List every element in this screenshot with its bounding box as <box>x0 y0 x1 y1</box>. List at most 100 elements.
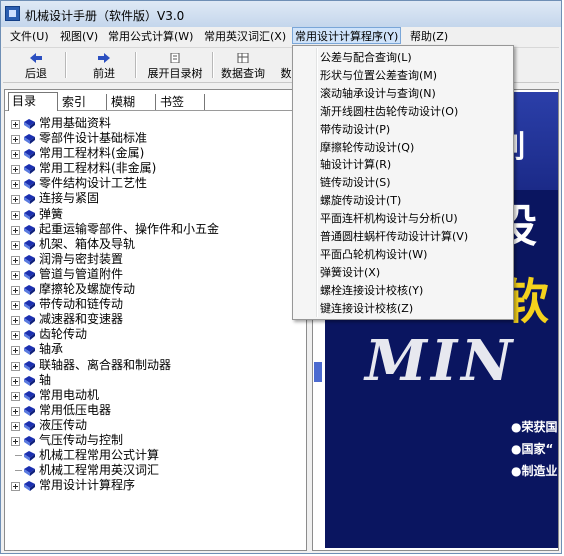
tree-item[interactable]: 机架、箱体及导轨 <box>11 237 303 252</box>
app-window: 机械设计手册（软件版）V3.0 文件(U) 视图(V) 常用公式计算(W) 常用… <box>0 0 562 554</box>
menu-item-design-program[interactable]: 渐开线圆柱齿轮传动设计(O) <box>320 103 458 121</box>
menu-item-design-program[interactable]: 平面连杆机构设计与分析(U) <box>320 210 458 228</box>
expand-toggle-icon[interactable] <box>11 120 20 129</box>
menu-item-design-program[interactable]: 螺栓连接设计校核(Y) <box>320 282 423 300</box>
menu-item-design-program[interactable]: 摩擦轮传动设计(Q) <box>320 139 414 157</box>
tree-item-label: 轴 <box>39 372 52 387</box>
tree-item[interactable]: 轴 <box>11 373 303 388</box>
tree-item[interactable]: 连接与紧固 <box>11 191 303 206</box>
back-button[interactable]: 后退 <box>11 50 61 80</box>
expand-tree-label: 展开目录树 <box>147 67 203 80</box>
expand-toggle-icon[interactable] <box>11 361 20 371</box>
tree-item-label: 常用低压电器 <box>39 402 112 417</box>
menu-item-design-program[interactable]: 弹簧设计(X) <box>320 264 380 282</box>
expand-toggle-icon[interactable] <box>11 421 20 431</box>
expand-toggle-icon[interactable] <box>11 150 20 160</box>
tree-item[interactable]: 零件结构设计工艺性 <box>11 176 303 191</box>
expand-toggle-icon[interactable] <box>11 376 20 386</box>
back-arrow-icon <box>30 53 42 63</box>
tree-item[interactable]: 减速器和变速器 <box>11 312 303 327</box>
table-icon <box>237 53 249 63</box>
book-icon <box>24 420 35 431</box>
menu-item-design-program[interactable]: 带传动设计(P) <box>320 121 390 139</box>
menu-item-design-program[interactable]: 形状与位置公差查询(M) <box>320 67 437 85</box>
tree-item[interactable]: 常用工程材料(非金属) <box>11 161 303 176</box>
splitter-handle[interactable] <box>314 362 322 382</box>
tree-item[interactable]: 齿轮传动 <box>11 327 303 342</box>
menu-design-programs[interactable]: 常用设计计算程序(Y) <box>292 27 402 44</box>
expand-toggle-icon[interactable] <box>11 165 20 175</box>
tree-item[interactable]: 常用工程材料(金属) <box>11 146 303 161</box>
menu-formula[interactable]: 常用公式计算(W) <box>106 28 195 45</box>
tree-item[interactable]: 零部件设计基础标准 <box>11 131 303 146</box>
tab-bookmarks[interactable]: 书签 <box>157 94 205 110</box>
expand-toggle-icon[interactable] <box>11 391 20 401</box>
expand-toggle-icon[interactable] <box>11 180 20 190</box>
tree-item-label: 齿轮传动 <box>39 327 88 342</box>
toolbar-more-button[interactable]: 数 <box>279 50 293 80</box>
expand-toggle-icon[interactable] <box>11 240 20 250</box>
menu-item-design-program[interactable]: 平面凸轮机构设计(W) <box>320 246 427 264</box>
tree-item-label: 润滑与密封装置 <box>39 251 124 266</box>
tree-item[interactable]: 液压传动 <box>11 418 303 433</box>
menu-item-design-program[interactable]: 链传动设计(S) <box>320 174 391 192</box>
tree-item[interactable]: 气压传动与控制 <box>11 433 303 448</box>
tree-item[interactable]: 机械工程常用公式计算 <box>11 448 303 463</box>
navigation-panel: 目录 索引 模糊 书签 常用基础资料 零部件设计基础标准 常用工程材料(金属) 常用工… <box>4 89 307 551</box>
tree-item-label: 零件结构设计工艺性 <box>39 176 148 191</box>
menu-item-design-program[interactable]: 轴设计计算(R) <box>320 156 391 174</box>
tree-item[interactable]: 常用低压电器 <box>11 403 303 418</box>
expand-toggle-icon[interactable] <box>11 286 20 296</box>
menu-help[interactable]: 帮助(Z) <box>408 28 450 45</box>
tree-item[interactable]: 常用设计计算程序 <box>11 478 303 493</box>
contents-tree: 常用基础资料 零部件设计基础标准 常用工程材料(金属) 常用工程材料(非金属) 零件结构… <box>11 116 303 493</box>
expand-toggle-icon[interactable] <box>11 270 20 280</box>
tree-item[interactable]: 轴承 <box>11 342 303 357</box>
expand-toggle-icon[interactable] <box>11 135 20 145</box>
tab-index[interactable]: 索引 <box>59 94 107 110</box>
expand-toggle-icon[interactable] <box>11 225 20 235</box>
data-query-button[interactable]: 数据查询 <box>217 50 269 80</box>
book-icon <box>24 224 35 235</box>
tree-item[interactable]: 管道与管道附件 <box>11 267 303 282</box>
expand-toggle-icon[interactable] <box>11 482 20 492</box>
book-icon <box>24 269 35 280</box>
tree-item-label: 常用工程材料(非金属) <box>39 161 157 176</box>
tree-item[interactable]: 常用基础资料 <box>11 116 303 131</box>
book-icon <box>24 164 35 175</box>
tree-item[interactable]: 联轴器、离合器和制动器 <box>11 358 303 373</box>
menu-item-design-program[interactable]: 公差与配合查询(L) <box>320 49 412 67</box>
expand-toggle-icon[interactable] <box>11 255 20 265</box>
expand-toggle-icon[interactable] <box>11 301 20 311</box>
menu-dictionary[interactable]: 常用英汉词汇(X) <box>202 28 288 45</box>
tree-item[interactable]: 润滑与密封装置 <box>11 252 303 267</box>
tree-item[interactable]: 摩擦轮及螺旋传动 <box>11 282 303 297</box>
expand-toggle-icon[interactable] <box>11 406 20 416</box>
tree-item[interactable]: 弹簧 <box>11 207 303 222</box>
tab-contents[interactable]: 目录 <box>8 92 58 111</box>
design-programs-menu: 公差与配合查询(L) 形状与位置公差查询(M) 滚动轴承设计与查询(N) 渐开线圆柱齿… <box>292 45 514 320</box>
menu-item-design-program[interactable]: 普通圆柱蜗杆传动设计计算(V) <box>320 228 468 246</box>
menu-item-design-program[interactable]: 滚动轴承设计与查询(N) <box>320 85 436 103</box>
tree-item-label: 机械工程常用公式计算 <box>39 448 160 463</box>
expand-toggle-icon[interactable] <box>11 436 20 446</box>
expand-toggle-icon[interactable] <box>11 346 20 356</box>
menu-item-design-program[interactable]: 螺旋传动设计(T) <box>320 192 401 210</box>
tree-item[interactable]: 机械工程常用英汉词汇 <box>11 463 303 478</box>
menu-file[interactable]: 文件(U) <box>8 28 51 45</box>
expand-toggle-icon[interactable] <box>11 195 20 205</box>
title-bar[interactable]: 机械设计手册（软件版）V3.0 <box>1 1 561 28</box>
forward-button[interactable]: 前进 <box>79 50 129 80</box>
book-icon <box>24 119 35 129</box>
menu-view[interactable]: 视图(V) <box>58 28 100 45</box>
menu-item-design-program[interactable]: 键连接设计校核(Z) <box>320 300 413 318</box>
tab-fuzzy[interactable]: 模糊 <box>108 94 156 110</box>
book-icon <box>24 239 35 250</box>
tree-item[interactable]: 常用电动机 <box>11 388 303 403</box>
tree-item[interactable]: 起重运输零部件、操作件和小五金 <box>11 222 303 237</box>
expand-tree-button[interactable]: 展开目录树 <box>141 50 209 80</box>
expand-toggle-icon[interactable] <box>11 210 20 220</box>
tree-item[interactable]: 带传动和链传动 <box>11 297 303 312</box>
expand-toggle-icon[interactable] <box>11 316 20 326</box>
expand-toggle-icon[interactable] <box>11 331 20 341</box>
